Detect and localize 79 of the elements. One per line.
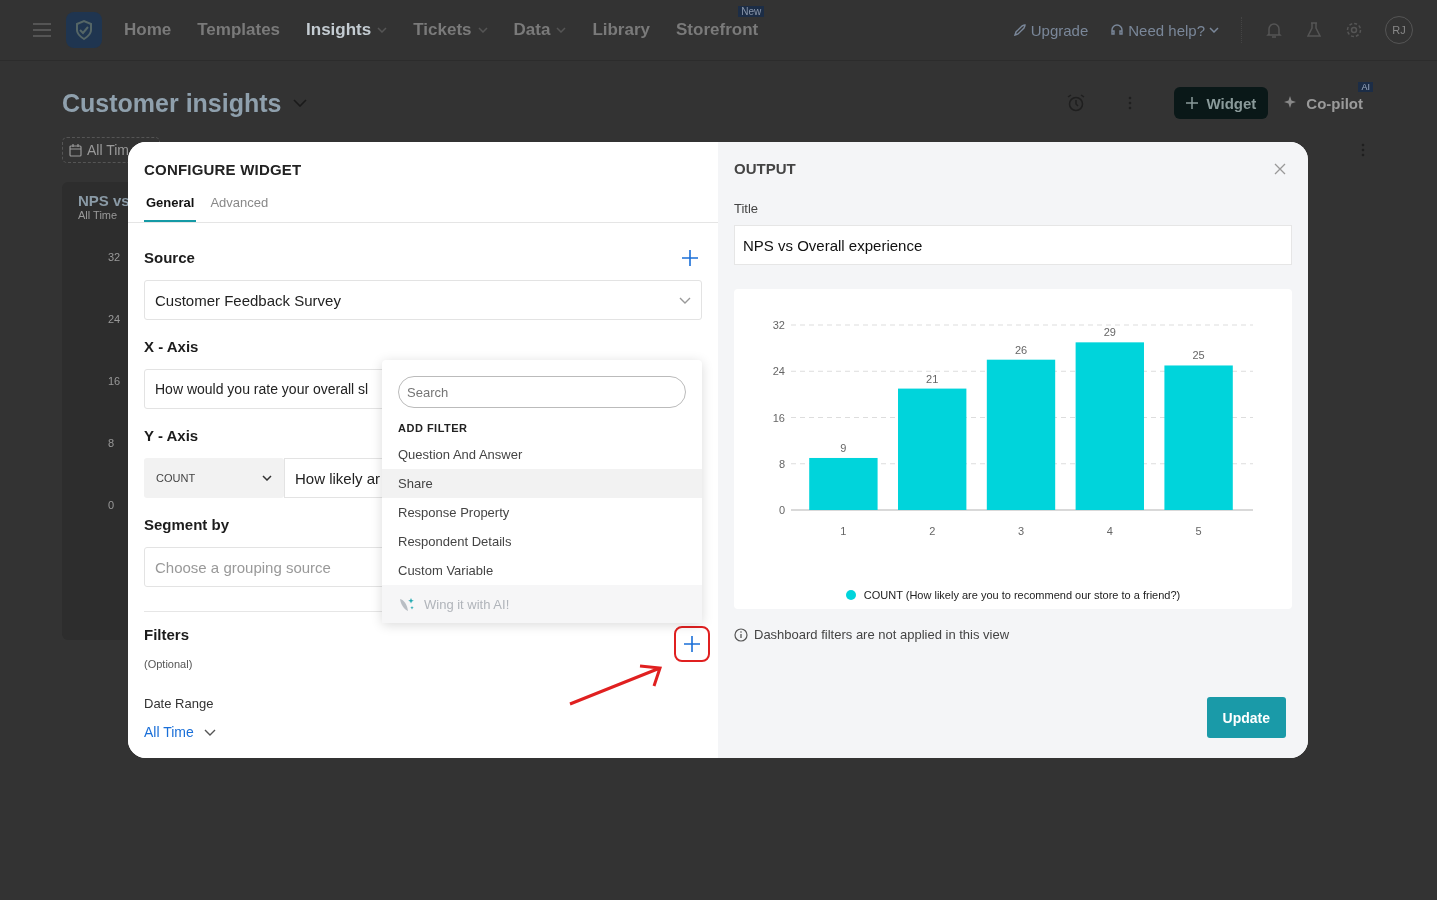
legend-label: COUNT (How likely are you to recommend our store to a friend?) — [863, 589, 1181, 601]
field-label: Source — [144, 249, 195, 266]
chevron-down-icon — [203, 728, 216, 736]
axis-tick-label: 32 — [772, 319, 785, 331]
axis-tick-label: 24 — [108, 313, 121, 325]
axis-tick-label: 2 — [929, 525, 936, 537]
menu-item[interactable]: Custom Variable — [382, 556, 702, 585]
close-icon[interactable] — [1274, 162, 1286, 175]
nav-link[interactable]: Home — [124, 20, 172, 40]
axis-tick-label: 0 — [108, 499, 115, 511]
bar-value-label: 21 — [926, 372, 939, 385]
bell-icon[interactable] — [1265, 21, 1283, 39]
menu-heading: ADD FILTER — [397, 421, 469, 436]
chevron-down-icon — [1209, 27, 1219, 33]
menu-icon[interactable] — [32, 22, 52, 38]
plus-icon — [1186, 97, 1199, 109]
plus-icon — [684, 636, 700, 652]
axis-tick-label: 16 — [772, 411, 785, 424]
tab[interactable]: General — [144, 195, 197, 222]
bar-value-label: 26 — [1014, 343, 1028, 356]
app-logo[interactable] — [66, 12, 102, 48]
tab[interactable]: Advanced — [208, 195, 271, 222]
field-label: Segment by — [144, 516, 230, 533]
panel-heading: OUTPUT — [734, 160, 796, 177]
field-label: Filters — [144, 626, 189, 643]
search-field[interactable]: Search — [398, 376, 686, 408]
field-label: Date Range — [144, 696, 214, 711]
headset-icon — [1110, 23, 1125, 37]
field-hint: (Optional) — [144, 658, 194, 670]
settings-icon[interactable] — [1345, 21, 1363, 39]
menu-item[interactable]: Question And Answer — [382, 440, 702, 469]
axis-tick-label: 16 — [108, 375, 121, 387]
page-title: Customer insights — [62, 88, 282, 118]
nav-link[interactable]: Library — [592, 20, 650, 40]
axis-tick-label: 8 — [778, 457, 785, 470]
date-range-dropdown[interactable]: All Time — [144, 724, 702, 740]
nav-link[interactable]: Templates — [197, 20, 281, 40]
title-field[interactable]: NPS vs Overall experience — [734, 225, 1292, 265]
menu-item[interactable]: Response Property — [382, 498, 702, 527]
ai-badge: AI — [1358, 81, 1373, 92]
bar-value-label: 25 — [1192, 349, 1205, 362]
bar-value-label: 29 — [1103, 326, 1116, 339]
aggregate-select[interactable]: COUNT — [144, 458, 284, 498]
field-label: Title — [734, 201, 760, 216]
axis-tick-label: 1 — [840, 525, 847, 537]
add-filter-button[interactable] — [674, 626, 710, 662]
update-button[interactable]: Update — [1206, 697, 1286, 738]
nav-link[interactable]: Tickets — [413, 20, 488, 40]
chevron-down-icon — [679, 296, 691, 304]
field-label: X - Axis — [144, 338, 199, 355]
axis-tick-label: 3 — [1017, 525, 1025, 537]
help-menu[interactable]: Need help? — [1110, 21, 1219, 39]
axis-tick-label: 4 — [1106, 525, 1113, 537]
axis-tick-label: 32 — [108, 251, 121, 263]
source-select[interactable]: Customer Feedback Survey — [144, 280, 702, 320]
calendar-icon — [69, 143, 82, 157]
menu-item[interactable]: Share — [382, 469, 702, 498]
bar-value-label: 9 — [840, 441, 847, 454]
nav-link[interactable]: Insights — [306, 20, 388, 40]
bar — [809, 457, 878, 510]
chevron-down-icon[interactable] — [293, 99, 308, 107]
dialog-heading: CONFIGURE WIDGET — [143, 160, 303, 178]
axis-tick-label: 5 — [1195, 525, 1202, 537]
widget-subtitle: All Time — [78, 209, 119, 221]
info-note: Dashboard filters are not applied in this view — [754, 627, 1010, 642]
menu-item[interactable]: Respondent Details — [382, 527, 702, 556]
new-badge: New — [738, 6, 765, 17]
upgrade-link[interactable]: Upgrade — [1012, 21, 1089, 39]
nav-link[interactable]: Data — [513, 20, 567, 40]
chevron-down-icon — [262, 475, 272, 481]
add-widget-button[interactable]: Widget — [1174, 87, 1269, 119]
info-icon — [734, 627, 748, 642]
axis-tick-label: 0 — [778, 504, 785, 516]
axis-tick-label: 8 — [108, 437, 115, 449]
copilot-button[interactable]: Co-pilot — [1284, 94, 1363, 112]
flask-icon[interactable] — [1305, 21, 1323, 39]
axis-tick-label: 24 — [772, 365, 785, 378]
field-label: Y - Axis — [144, 427, 199, 444]
add-source-icon[interactable] — [682, 249, 698, 266]
